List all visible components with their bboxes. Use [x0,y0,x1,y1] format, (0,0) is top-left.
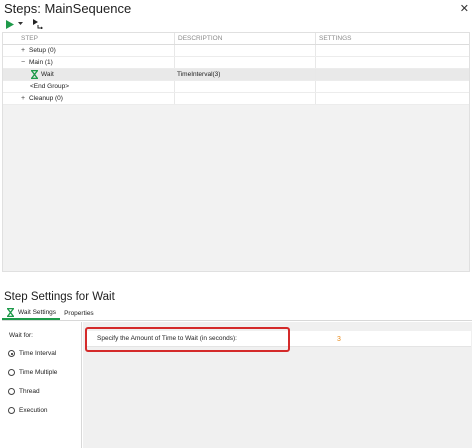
collapse-icon[interactable]: − [19,57,27,69]
step-row-cleanup[interactable]: + Cleanup (0) [3,93,469,105]
step-row-setup[interactable]: + Setup (0) [3,45,469,57]
column-header-description[interactable]: DESCRIPTION [175,33,316,44]
radio-thread[interactable]: Thread [8,388,40,395]
step-description [175,93,316,104]
step-row-wait[interactable]: Wait TimeInterval(3) [3,69,469,81]
step-settings [316,45,469,56]
step-label: Wait [41,71,54,78]
radio-time-interval[interactable]: Time Interval [8,350,56,357]
step-row-end-group[interactable]: <End Group> [3,81,469,93]
radio-label: Time Multiple [19,369,58,376]
step-settings-title: Step Settings for Wait [4,291,115,303]
dropdown-arrow-icon [18,22,23,25]
steps-grid-header: STEP DESCRIPTION SETTINGS [3,33,469,45]
steps-panel-title: Steps: MainSequence [4,1,132,16]
tab-properties[interactable]: Properties [60,307,98,320]
step-settings [316,93,469,104]
step-settings [316,69,469,80]
run-icon [6,19,14,29]
step-row-main[interactable]: − Main (1) [3,57,469,69]
radio-unchecked-icon [8,407,15,414]
column-header-step[interactable]: STEP [3,33,175,44]
tab-label: Wait Settings [18,309,57,316]
step-label: <End Group> [30,83,70,90]
radio-execution[interactable]: Execution [8,407,48,414]
steps-grid: STEP DESCRIPTION SETTINGS + Setup (0) − … [2,32,470,272]
expand-icon[interactable]: + [19,93,27,105]
expand-icon[interactable]: + [19,45,27,57]
radio-label: Execution [19,407,48,414]
radio-unchecked-icon [8,369,15,376]
step-label: Cleanup (0) [29,95,63,102]
step-settings [316,57,469,68]
time-interval-label: Specify the Amount of Time to Wait (in s… [97,335,237,342]
radio-checked-icon [8,350,15,357]
close-icon[interactable]: ✕ [460,2,469,15]
radio-unchecked-icon [8,388,15,395]
wait-for-label: Wait for: [9,332,33,339]
time-interval-pane: Specify the Amount of Time to Wait (in s… [83,322,472,448]
tab-label: Properties [64,310,94,317]
step-label: Main (1) [29,59,53,66]
radio-label: Time Interval [19,350,57,357]
step-description: TimeInterval(3) [175,69,316,80]
hourglass-icon [6,308,15,317]
step-settings [316,81,469,92]
hourglass-icon [30,70,39,79]
step-description [175,57,316,68]
time-interval-input[interactable] [337,334,377,344]
radio-time-multiple[interactable]: Time Multiple [8,369,57,376]
step-description [175,45,316,56]
step-label: Setup (0) [29,47,56,54]
radio-label: Thread [19,388,40,395]
settings-tabs: Wait Settings Properties [2,307,98,320]
step-description [175,81,316,92]
steps-toolbar [6,17,43,31]
time-interval-row: Specify the Amount of Time to Wait (in s… [85,331,471,347]
tab-divider [2,320,472,321]
tab-wait-settings[interactable]: Wait Settings [2,307,61,320]
step-into-button[interactable] [33,19,43,29]
step-into-icon [33,19,43,29]
wait-settings-panel: Wait for: Time Interval Time Multiple Th… [2,322,472,448]
wait-for-pane: Wait for: Time Interval Time Multiple Th… [2,322,82,448]
run-button[interactable] [6,19,14,29]
run-dropdown-button[interactable] [18,22,23,26]
column-header-settings[interactable]: SETTINGS [316,33,469,44]
